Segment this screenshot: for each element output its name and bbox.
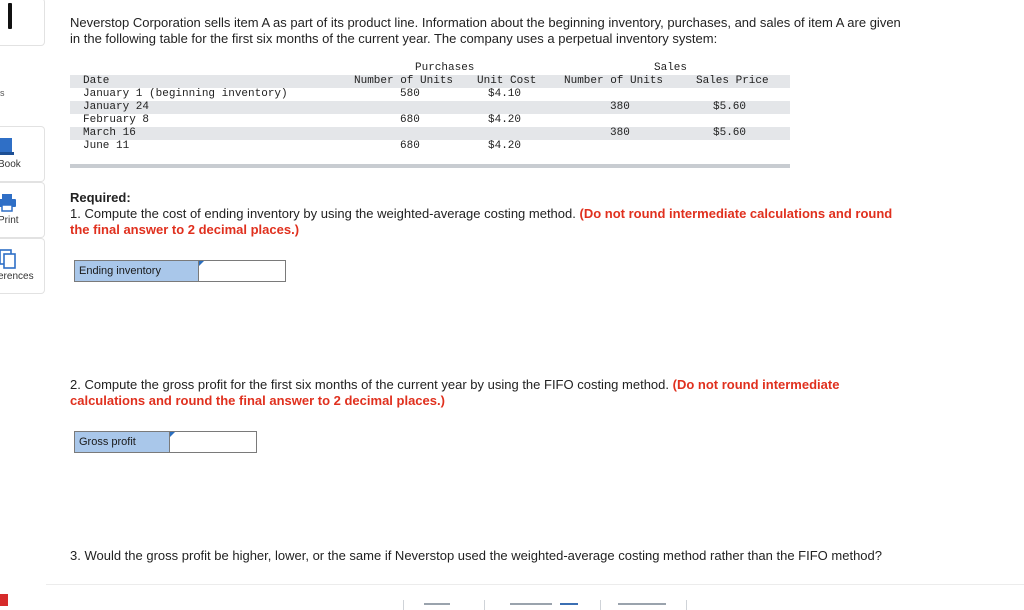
col-purchase-units: Number of Units [354, 75, 454, 87]
group-purchases: Purchases [415, 62, 475, 74]
rail-top-tab[interactable] [0, 0, 45, 46]
ending-inventory-label: Ending inventory [75, 261, 199, 281]
printer-icon [0, 194, 16, 212]
col-date: Date [83, 75, 110, 87]
question-2-text: 2. Compute the gross profit for the firs… [70, 377, 673, 392]
question-1: 1. Compute the cost of ending inventory … [70, 206, 910, 238]
gross-profit-label: Gross profit [75, 432, 170, 452]
row-unit-cost: $4.10 [488, 88, 522, 100]
intro-text: Neverstop Corporation sells item A as pa… [70, 15, 901, 46]
table-row: January 24 380 $5.60 [70, 101, 790, 114]
col-sales-units: Number of Units [564, 75, 664, 87]
rail-red-marker [0, 594, 8, 606]
group-sales: Sales [654, 62, 688, 74]
row-sales-units: 380 [610, 101, 630, 113]
input-corner-marker [199, 261, 204, 266]
row-sales-price: $5.60 [713, 127, 747, 139]
row-sales-price: $5.60 [713, 101, 747, 113]
question-2: 2. Compute the gross profit for the firs… [70, 377, 910, 409]
strip-separator [686, 600, 687, 610]
question-3: 3. Would the gross profit be higher, low… [70, 548, 882, 563]
gross-profit-input[interactable] [170, 432, 256, 452]
answer-options-strip [400, 596, 690, 610]
table-row: January 1 (beginning inventory) 580 $4.1… [70, 88, 790, 101]
row-date: March 16 [83, 127, 136, 139]
gross-profit-row: Gross profit [74, 431, 257, 453]
row-purchase-units: 680 [400, 114, 420, 126]
row-date: June 11 [83, 140, 130, 152]
sidebar-item-label: Print [0, 215, 19, 226]
strip-separator [600, 600, 601, 610]
strip-separator [484, 600, 485, 610]
row-date: January 1 (beginning inventory) [83, 88, 288, 100]
row-date: February 8 [83, 114, 150, 126]
question-1-text: 1. Compute the cost of ending inventory … [70, 206, 580, 221]
sidebar-item-references[interactable]: erences [0, 238, 45, 294]
rail-small-char: s [0, 88, 5, 98]
strip-separator [403, 600, 404, 610]
row-purchase-units: 580 [400, 88, 420, 100]
table-column-header: Date Number of Units Unit Cost Number of… [70, 75, 790, 88]
sidebar-item-print[interactable]: Print [0, 182, 45, 238]
table-row: June 11 680 $4.20 [70, 140, 790, 153]
row-unit-cost: $4.20 [488, 114, 522, 126]
col-sales-price: Sales Price [696, 75, 769, 87]
row-purchase-units: 680 [400, 140, 420, 152]
row-unit-cost: $4.20 [488, 140, 522, 152]
input-corner-marker [170, 432, 175, 437]
references-icon [0, 249, 16, 269]
sidebar-item-book[interactable]: Book [0, 126, 45, 182]
col-unit-cost: Unit Cost [477, 75, 537, 87]
rail-top-bar [8, 3, 12, 29]
sidebar-item-label: erences [0, 271, 34, 282]
book-icon [0, 138, 14, 155]
table-bottom-bar [70, 164, 790, 168]
strip-mark-blue [560, 603, 578, 605]
ending-inventory-input[interactable] [199, 261, 285, 281]
table-row: February 8 680 $4.20 [70, 114, 790, 127]
ending-inventory-cell[interactable] [199, 261, 285, 281]
table-row: March 16 380 $5.60 [70, 127, 790, 140]
row-sales-units: 380 [610, 127, 630, 139]
left-rail: s Book Print erences [0, 0, 46, 606]
inventory-table: Purchases Sales Date Number of Units Uni… [70, 62, 790, 168]
strip-mark [424, 603, 450, 605]
required-heading: Required: [70, 190, 131, 205]
bottom-divider [46, 584, 1024, 585]
ending-inventory-row: Ending inventory [74, 260, 286, 282]
gross-profit-cell[interactable] [170, 432, 256, 452]
table-group-header: Purchases Sales [70, 62, 790, 76]
sidebar-item-label: Book [0, 159, 21, 170]
strip-mark [510, 603, 552, 605]
strip-mark [618, 603, 666, 605]
row-date: January 24 [83, 101, 150, 113]
